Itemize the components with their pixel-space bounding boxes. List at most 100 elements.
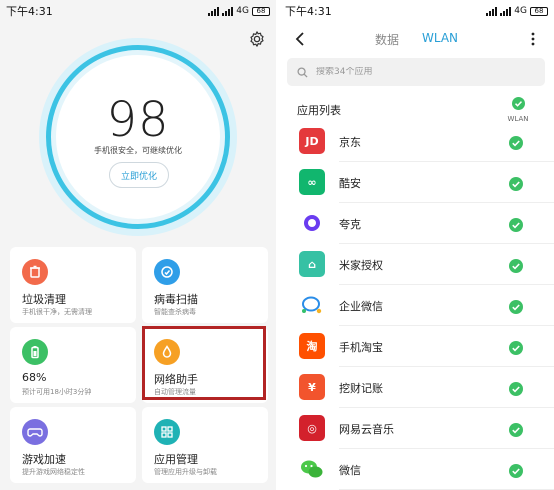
- card-virus-scan[interactable]: 病毒扫描 智能查杀病毒: [142, 247, 268, 323]
- wlan-column-header[interactable]: WLAN: [504, 95, 532, 123]
- signal-icon: [208, 6, 220, 16]
- clock-check-icon: [154, 259, 180, 285]
- signal-icon: [500, 6, 512, 16]
- app-name: 网易云音乐: [339, 423, 394, 436]
- wlan-permission-checkbox[interactable]: [509, 463, 523, 482]
- check-circle-icon: [509, 136, 523, 150]
- security-status-text: 手机很安全，可继续优化: [94, 146, 182, 155]
- trash-icon: [22, 259, 48, 285]
- app-row[interactable]: ∞ 酷安: [279, 162, 554, 203]
- check-circle-icon: [509, 382, 523, 396]
- app-row[interactable]: 夸克: [279, 203, 554, 244]
- app-row[interactable]: ¥ 挖财记账: [279, 367, 554, 408]
- status-time: 下午4:31: [6, 5, 53, 18]
- more-vertical-icon: [531, 32, 535, 46]
- status-bar: 下午4:31 4G 68: [0, 0, 276, 22]
- card-title: 游戏加速: [22, 453, 66, 466]
- app-name: 微信: [339, 464, 361, 477]
- card-app-management[interactable]: 应用管理 管理应用升级与卸载: [142, 407, 268, 483]
- app-row[interactable]: 微信: [279, 449, 554, 490]
- app-name: 夸克: [339, 218, 361, 231]
- wlan-permission-checkbox[interactable]: [509, 381, 523, 400]
- tab-wlan[interactable]: WLAN: [422, 31, 458, 45]
- grid-icon: [154, 419, 180, 445]
- top-navigation: 数据 WLAN: [279, 26, 554, 52]
- battery-icon: [22, 339, 48, 365]
- wlan-permission-checkbox[interactable]: [509, 217, 523, 236]
- card-game-boost[interactable]: 游戏加速 提升游戏网络稳定性: [10, 407, 136, 483]
- card-battery[interactable]: 68% 预计可用18小时3分钟: [10, 327, 136, 403]
- jd-icon: JD: [299, 128, 325, 154]
- app-name: 挖财记账: [339, 382, 383, 395]
- security-center-screen: 下午4:31 4G 68 98 手机很安全，可继续优化 立即优化 垃圾清理 手机…: [0, 0, 276, 490]
- status-time: 下午4:31: [285, 5, 332, 18]
- card-title: 网络助手: [154, 373, 198, 386]
- status-bar: 下午4:31 4G 68: [279, 0, 554, 22]
- gamepad-icon: [22, 419, 48, 445]
- wlan-permission-checkbox[interactable]: [509, 299, 523, 318]
- check-circle-icon: [509, 259, 523, 273]
- card-subtitle: 智能查杀病毒: [154, 308, 196, 316]
- card-subtitle: 管理应用升级与卸载: [154, 468, 217, 476]
- security-score: 98: [106, 92, 170, 148]
- card-network-assistant[interactable]: 网络助手 自动管理流量: [142, 327, 268, 403]
- card-subtitle: 预计可用18小时3分钟: [22, 388, 92, 396]
- card-subtitle: 手机很干净，无需清理: [22, 308, 92, 316]
- wecom-icon: [299, 292, 325, 318]
- more-menu-button[interactable]: [526, 29, 540, 49]
- coolapk-icon: ∞: [299, 169, 325, 195]
- wlan-permission-checkbox[interactable]: [509, 340, 523, 359]
- card-title: 病毒扫描: [154, 293, 198, 306]
- quark-icon: [299, 210, 325, 236]
- wlan-permission-checkbox[interactable]: [509, 176, 523, 195]
- app-name: 企业微信: [339, 300, 383, 313]
- app-name: 京东: [339, 136, 361, 149]
- check-circle-icon: [509, 218, 523, 232]
- check-circle-icon: [509, 300, 523, 314]
- app-row[interactable]: ◎ 网易云音乐: [279, 408, 554, 449]
- card-junk-cleanup[interactable]: 垃圾清理 手机很干净，无需清理: [10, 247, 136, 323]
- app-search-input[interactable]: [316, 67, 516, 77]
- app-search-bar[interactable]: [287, 58, 545, 86]
- wechat-icon: [299, 456, 325, 482]
- check-circle-icon: [509, 177, 523, 191]
- wlan-permission-checkbox[interactable]: [509, 135, 523, 154]
- check-circle-icon: [509, 423, 523, 437]
- app-row[interactable]: JD 京东: [279, 121, 554, 162]
- signal-icon: [222, 6, 234, 16]
- wacai-icon: ¥: [299, 374, 325, 400]
- mijia-icon: ⌂: [299, 251, 325, 277]
- check-circle-icon: [509, 341, 523, 355]
- card-subtitle: 自动管理流量: [154, 388, 196, 396]
- battery-icon: 68: [252, 6, 270, 16]
- network-type: 4G: [236, 6, 249, 16]
- app-row[interactable]: 淘 手机淘宝: [279, 326, 554, 367]
- netease-music-icon: ◎: [299, 415, 325, 441]
- check-circle-icon: [509, 464, 523, 478]
- security-score-ring: 98 手机很安全，可继续优化 立即优化: [46, 45, 230, 229]
- drop-icon: [154, 339, 180, 365]
- app-list-header: 应用列表: [297, 104, 341, 117]
- chevron-left-icon: [295, 32, 304, 46]
- card-title: 68%: [22, 371, 47, 384]
- app-name: 米家授权: [339, 259, 383, 272]
- taobao-icon: 淘: [299, 333, 325, 359]
- search-icon: [297, 66, 308, 78]
- app-row[interactable]: ⌂ 米家授权: [279, 244, 554, 285]
- gear-icon[interactable]: [248, 30, 266, 48]
- optimize-now-button[interactable]: 立即优化: [109, 162, 169, 188]
- battery-icon: 68: [530, 6, 548, 16]
- wlan-permission-checkbox[interactable]: [509, 258, 523, 277]
- check-circle-icon: [511, 97, 525, 110]
- back-button[interactable]: [291, 29, 309, 49]
- card-title: 应用管理: [154, 453, 198, 466]
- app-name: 手机淘宝: [339, 341, 383, 354]
- app-name: 酷安: [339, 177, 361, 190]
- card-subtitle: 提升游戏网络稳定性: [22, 468, 85, 476]
- app-row[interactable]: 企业微信: [279, 285, 554, 326]
- network-type: 4G: [514, 6, 527, 16]
- wlan-permission-checkbox[interactable]: [509, 422, 523, 441]
- signal-icon: [486, 6, 498, 16]
- card-title: 垃圾清理: [22, 293, 66, 306]
- tab-data[interactable]: 数据: [375, 31, 399, 48]
